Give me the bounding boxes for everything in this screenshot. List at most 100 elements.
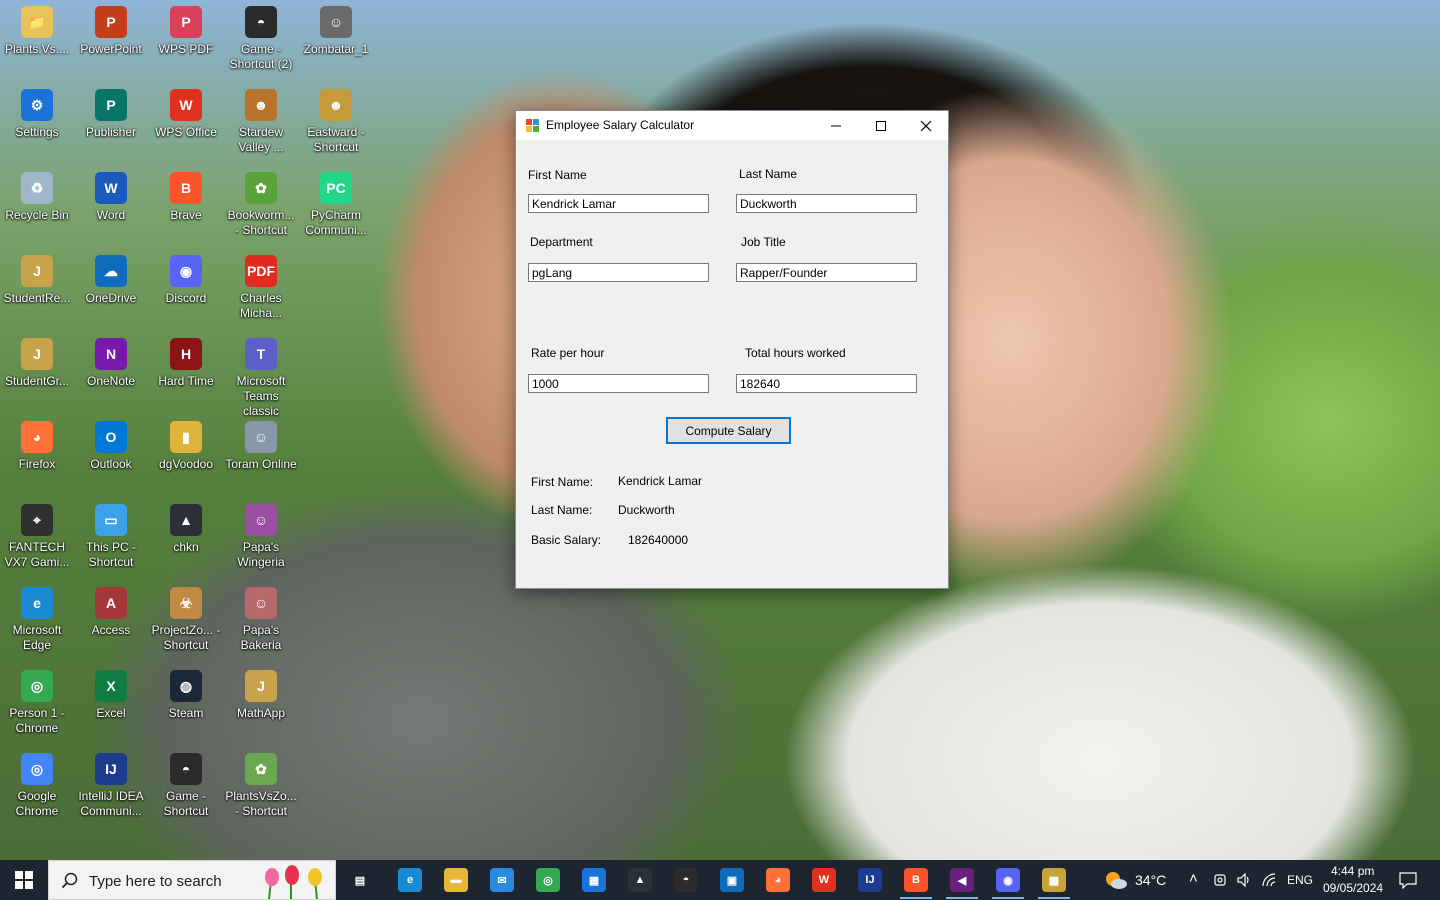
app-icon: ☣: [170, 587, 202, 619]
chevron-up-icon[interactable]: ˄: [1189, 870, 1198, 887]
desktop-icon[interactable]: J StudentGr...: [0, 332, 74, 412]
taskbar-app-game[interactable]: ◓: [666, 864, 706, 896]
meet-now-icon[interactable]: [1213, 872, 1229, 888]
desktop-icon[interactable]: 📁 Plants.Vs....: [0, 0, 74, 80]
desktop-icon[interactable]: N OneNote: [74, 332, 148, 412]
desktop-icon[interactable]: ⌖ FANTECH VX7 Gami...: [0, 498, 74, 578]
result-salary-value: 182640000: [628, 533, 689, 547]
desktop-icon[interactable]: ▲ chkn: [149, 498, 223, 578]
desktop-icon[interactable]: P PowerPoint: [74, 0, 148, 80]
desktop-icon[interactable]: PC PyCharm Communi...: [299, 166, 373, 246]
desktop-icon[interactable]: A Access: [74, 581, 148, 661]
start-button[interactable]: [0, 860, 48, 900]
taskbar-app-firefox[interactable]: ◕: [758, 864, 798, 896]
desktop-icon[interactable]: PDF Charles Micha...: [224, 249, 298, 329]
desktop-icon[interactable]: O Outlook: [74, 415, 148, 495]
desktop-icon[interactable]: IJ IntelliJ IDEA Communi...: [74, 747, 148, 827]
taskbar-app-mail[interactable]: ✉: [482, 864, 522, 896]
minimize-button[interactable]: [813, 111, 858, 140]
desktop-icon[interactable]: J MathApp: [224, 664, 298, 744]
desktop-icon[interactable]: ☺ Zombatar_1: [299, 0, 373, 80]
desktop-icon[interactable]: ◓ Game - Shortcut (2): [224, 0, 298, 80]
clock-time[interactable]: 4:44 pm: [1331, 864, 1374, 878]
taskbar-app-wps[interactable]: W: [804, 864, 844, 896]
total-hours-field[interactable]: [736, 374, 917, 393]
desktop-icon[interactable]: ◎ Google Chrome: [0, 747, 74, 827]
taskbar-app-salary-app[interactable]: ▩: [1034, 864, 1074, 899]
close-button[interactable]: [903, 111, 948, 140]
compute-salary-button[interactable]: Compute Salary: [666, 417, 791, 444]
app-icon: J: [21, 338, 53, 370]
desktop-icon-label: Access: [91, 623, 131, 637]
desktop-icon[interactable]: ▭ This PC - Shortcut: [74, 498, 148, 578]
notification-center-icon[interactable]: [1398, 871, 1418, 889]
weather-icon[interactable]: [1104, 870, 1128, 890]
taskbar-search-box[interactable]: Type here to search: [48, 860, 336, 900]
desktop-icon[interactable]: ☻ Eastward - Shortcut: [299, 83, 373, 163]
taskbar-app-visual-studio[interactable]: ◀: [942, 864, 982, 899]
desktop-icon[interactable]: H Hard Time: [149, 332, 223, 412]
first-name-field[interactable]: [528, 194, 709, 213]
app-icon: ◕: [21, 421, 53, 453]
language-indicator[interactable]: ENG: [1287, 873, 1313, 887]
desktop-icon[interactable]: ♻ Recycle Bin: [0, 166, 74, 246]
desktop-icon[interactable]: ◎ Person 1 - Chrome: [0, 664, 74, 744]
desktop-icon[interactable]: ☻ Stardew Valley ...: [224, 83, 298, 163]
desktop-icon-label: Discord: [165, 291, 207, 305]
clock-date[interactable]: 09/05/2024: [1323, 881, 1383, 895]
taskbar-app-ms-store[interactable]: ▣: [712, 864, 752, 896]
desktop-icon[interactable]: ☺ Papa's Wingeria: [224, 498, 298, 578]
desktop-icon[interactable]: ◍ Steam: [149, 664, 223, 744]
desktop-icon[interactable]: W WPS Office: [149, 83, 223, 163]
desktop-icon[interactable]: ▮ dgVoodoo: [149, 415, 223, 495]
last-name-field[interactable]: [736, 194, 917, 213]
taskbar-app-store[interactable]: ▦: [574, 864, 614, 896]
weather-temperature[interactable]: 34°C: [1135, 872, 1166, 888]
desktop-icon[interactable]: ☁ OneDrive: [74, 249, 148, 329]
desktop-icon-label: Brave: [170, 208, 202, 222]
app-icon: ⌖: [21, 504, 53, 536]
maximize-icon: [875, 120, 886, 131]
desktop-icon[interactable]: J StudentRe...: [0, 249, 74, 329]
rate-per-hour-field[interactable]: [528, 374, 709, 393]
taskbar-app-file-explorer[interactable]: ▬: [436, 864, 476, 896]
desktop-icon[interactable]: ◕ Firefox: [0, 415, 74, 495]
taskbar-app-task-view[interactable]: ▤: [340, 864, 380, 896]
desktop-icon[interactable]: B Brave: [149, 166, 223, 246]
department-field[interactable]: [528, 263, 709, 282]
desktop-icon[interactable]: ☣ ProjectZo... - Shortcut: [149, 581, 223, 661]
volume-icon[interactable]: [1236, 872, 1252, 888]
taskbar-app-chrome[interactable]: ◎: [528, 864, 568, 896]
taskbar-app-discord[interactable]: ◉: [988, 864, 1028, 899]
desktop-icon[interactable]: ☺ Toram Online: [224, 415, 298, 495]
desktop-icon[interactable]: ◉ Discord: [149, 249, 223, 329]
desktop-icon[interactable]: ✿ Bookworm... - Shortcut: [224, 166, 298, 246]
taskbar-app-edge[interactable]: e: [390, 864, 430, 896]
app-icon: X: [95, 670, 127, 702]
desktop-icon[interactable]: ⚙ Settings: [0, 83, 74, 163]
desktop-icon[interactable]: e Microsoft Edge: [0, 581, 74, 661]
desktop-icon-label: Settings: [15, 125, 59, 139]
app-icon: ◍: [170, 670, 202, 702]
desktop-icon-label: Word: [96, 208, 126, 222]
desktop-icon[interactable]: ✿ PlantsVsZo... - Shortcut: [224, 747, 298, 827]
desktop-icon-label: This PC - Shortcut: [85, 540, 136, 569]
taskbar-app-steam-chkn[interactable]: ▲: [620, 864, 660, 896]
desktop-icon[interactable]: ◓ Game - Shortcut: [149, 747, 223, 827]
desktop-icon-label: Hard Time: [158, 374, 214, 388]
taskbar-app-brave[interactable]: B: [896, 864, 936, 899]
title-bar[interactable]: Employee Salary Calculator: [516, 111, 948, 140]
app-icon: ⚙: [21, 89, 53, 121]
desktop-icon[interactable]: T Microsoft Teams classic: [224, 332, 298, 418]
job-title-field[interactable]: [736, 263, 917, 282]
desktop-icon[interactable]: P Publisher: [74, 83, 148, 163]
desktop-icon[interactable]: ☺ Papa's Bakeria: [224, 581, 298, 661]
taskbar-app-intellij[interactable]: IJ: [850, 864, 890, 896]
first-name-label: First Name: [528, 168, 587, 182]
desktop-icon[interactable]: X Excel: [74, 664, 148, 744]
desktop-icon-label: Papa's Bakeria: [240, 623, 282, 652]
desktop-icon[interactable]: W Word: [74, 166, 148, 246]
wifi-icon[interactable]: [1261, 872, 1277, 888]
maximize-button[interactable]: [858, 111, 903, 140]
desktop-icon[interactable]: P WPS PDF: [149, 0, 223, 80]
